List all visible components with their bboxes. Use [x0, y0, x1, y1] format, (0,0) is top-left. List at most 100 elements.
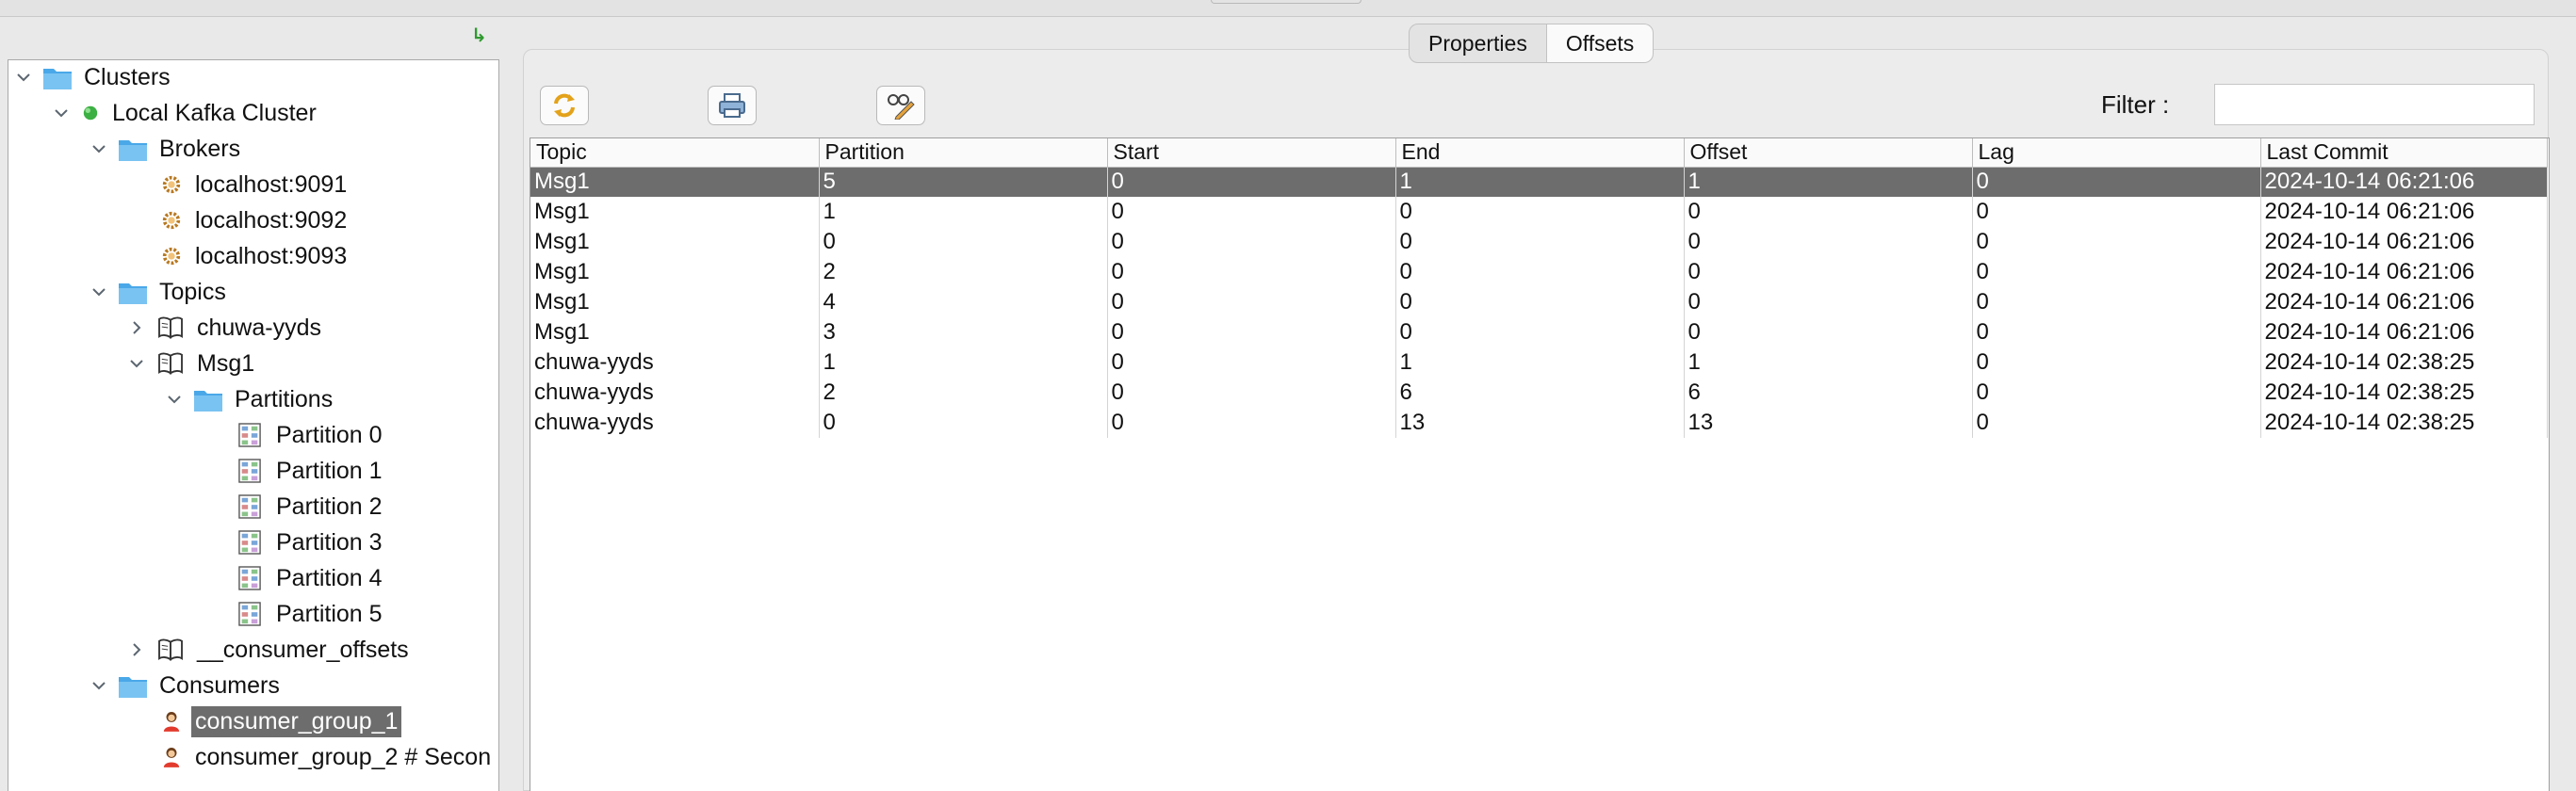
- folder-icon: [118, 135, 148, 163]
- filter-input[interactable]: [2214, 84, 2535, 125]
- tree-node-local-kafka-cluster[interactable]: Local Kafka Cluster: [52, 96, 320, 130]
- column-header-topic[interactable]: Topic: [530, 138, 820, 168]
- cell-partition: 2: [819, 257, 1108, 287]
- chevron-down-icon[interactable]: [90, 676, 108, 695]
- folder-icon: [193, 385, 223, 413]
- consumer-user-icon: [159, 707, 184, 735]
- window-drag-handle[interactable]: [1211, 0, 1361, 4]
- chevron-down-icon[interactable]: [14, 68, 33, 87]
- tree-node-consumer-group[interactable]: consumer_group_1: [159, 704, 402, 738]
- chevron-down-icon[interactable]: [90, 139, 108, 158]
- tree-node-partition[interactable]: Partition 5: [235, 597, 386, 631]
- tree-node-clusters[interactable]: Clusters: [14, 60, 174, 94]
- chevron-right-icon[interactable]: [127, 640, 146, 659]
- chevron-down-icon[interactable]: [52, 104, 71, 122]
- tree-node-topic-consumer-offsets[interactable]: __consumer_offsets: [127, 633, 413, 667]
- column-header-partition[interactable]: Partition: [819, 138, 1108, 168]
- tree-label: localhost:9092: [195, 206, 348, 234]
- cell-start: 0: [1107, 378, 1396, 408]
- table-row[interactable]: Msg1 2 0 0 0 0 2024-10-14 06:21:06: [530, 257, 2548, 287]
- tree-node-topic-chuwa-yyds[interactable]: chuwa-yyds: [127, 311, 325, 345]
- broker-gear-icon: [159, 206, 184, 234]
- column-header-offset[interactable]: Offset: [1684, 138, 1973, 168]
- table-row[interactable]: Msg1 4 0 0 0 0 2024-10-14 06:21:06: [530, 287, 2548, 317]
- folder-icon: [42, 63, 73, 91]
- tree-label: Msg1: [197, 349, 255, 377]
- table-row[interactable]: Msg1 0 0 0 0 0 2024-10-14 06:21:06: [530, 227, 2548, 257]
- cell-partition: 1: [819, 347, 1108, 378]
- cell-offset: 1: [1684, 167, 1973, 197]
- cell-start: 0: [1107, 197, 1396, 227]
- cell-lag: 0: [1972, 287, 2261, 317]
- tab-offsets[interactable]: Offsets: [1546, 24, 1655, 63]
- table-row[interactable]: Msg1 1 0 0 0 0 2024-10-14 06:21:06: [530, 197, 2548, 227]
- tree-node-partitions[interactable]: Partitions: [165, 382, 336, 416]
- cell-topic: chuwa-yyds: [530, 347, 820, 378]
- tree-node-brokers[interactable]: Brokers: [90, 132, 244, 166]
- cell-lag: 0: [1972, 227, 2261, 257]
- cell-last-commit: 2024-10-14 02:38:25: [2260, 347, 2548, 378]
- tab-properties[interactable]: Properties: [1409, 24, 1547, 63]
- collapse-arrow-icon[interactable]: ↳: [471, 24, 496, 47]
- table-row[interactable]: Msg1 3 0 0 0 0 2024-10-14 06:21:06: [530, 317, 2548, 347]
- table-row[interactable]: chuwa-yyds 0 0 13 13 0 2024-10-14 02:38:…: [530, 408, 2548, 438]
- tree-node-partition[interactable]: Partition 0: [235, 418, 386, 452]
- tree-label: Partition 2: [276, 492, 383, 520]
- cell-start: 0: [1107, 287, 1396, 317]
- tree-label: Partition 4: [276, 564, 383, 591]
- tree-node-topic-msg1[interactable]: Msg1: [127, 347, 258, 380]
- cell-end: 6: [1395, 378, 1685, 408]
- tree-node-partition[interactable]: Partition 4: [235, 561, 386, 595]
- tree-node-consumer-group[interactable]: consumer_group_2 # Secon: [159, 740, 495, 774]
- tree-node-partition[interactable]: Partition 2: [235, 490, 386, 524]
- offsets-table: Topic Partition Start End Offset Lag Las…: [530, 138, 2548, 438]
- tree-label: Consumers: [159, 671, 280, 699]
- cell-last-commit: 2024-10-14 02:38:25: [2260, 378, 2548, 408]
- column-header-end[interactable]: End: [1395, 138, 1685, 168]
- tree-node-broker[interactable]: localhost:9093: [159, 239, 351, 273]
- tree-node-broker[interactable]: localhost:9091: [159, 168, 351, 202]
- cell-partition: 0: [819, 408, 1108, 438]
- tree-label: Partition 1: [276, 457, 383, 484]
- cell-lag: 0: [1972, 347, 2261, 378]
- chevron-down-icon[interactable]: [165, 390, 184, 409]
- cell-offset: 0: [1684, 257, 1973, 287]
- tree-node-topics[interactable]: Topics: [90, 275, 230, 309]
- column-header-lag[interactable]: Lag: [1972, 138, 2261, 168]
- tree-node-broker[interactable]: localhost:9092: [159, 203, 351, 237]
- partition-icon: [235, 564, 265, 592]
- column-header-start[interactable]: Start: [1107, 138, 1396, 168]
- cell-end: 1: [1395, 347, 1685, 378]
- window-top-bar: [0, 0, 2576, 17]
- cell-lag: 0: [1972, 378, 2261, 408]
- cell-last-commit: 2024-10-14 06:21:06: [2260, 167, 2548, 197]
- cell-topic: Msg1: [530, 227, 820, 257]
- print-button[interactable]: [708, 86, 757, 125]
- table-row[interactable]: Msg1 5 0 1 1 0 2024-10-14 06:21:06: [530, 167, 2548, 197]
- column-header-last-commit[interactable]: Last Commit: [2260, 138, 2548, 168]
- table-row[interactable]: chuwa-yyds 2 0 6 6 0 2024-10-14 02:38:25: [530, 378, 2548, 408]
- chevron-right-icon[interactable]: [127, 318, 146, 337]
- cell-partition: 4: [819, 287, 1108, 317]
- cell-offset: 6: [1684, 378, 1973, 408]
- table-header-row: Topic Partition Start End Offset Lag Las…: [530, 138, 2548, 168]
- cell-partition: 0: [819, 227, 1108, 257]
- cell-lag: 0: [1972, 167, 2261, 197]
- cell-end: 13: [1395, 408, 1685, 438]
- chevron-down-icon[interactable]: [90, 282, 108, 301]
- tree-label: Brokers: [159, 135, 241, 162]
- cell-partition: 2: [819, 378, 1108, 408]
- tree-node-partition[interactable]: Partition 1: [235, 454, 386, 488]
- cell-end: 0: [1395, 257, 1685, 287]
- tree-node-partition[interactable]: Partition 3: [235, 525, 386, 559]
- edit-button[interactable]: [876, 86, 925, 125]
- table-row[interactable]: chuwa-yyds 1 0 1 1 0 2024-10-14 02:38:25: [530, 347, 2548, 378]
- connected-status-icon: [80, 99, 101, 127]
- cell-topic: Msg1: [530, 257, 820, 287]
- broker-gear-icon: [159, 242, 184, 270]
- chevron-down-icon[interactable]: [127, 354, 146, 373]
- tree-node-consumers[interactable]: Consumers: [90, 669, 284, 702]
- cell-offset: 1: [1684, 347, 1973, 378]
- cell-partition: 5: [819, 167, 1108, 197]
- refresh-button[interactable]: [540, 86, 589, 125]
